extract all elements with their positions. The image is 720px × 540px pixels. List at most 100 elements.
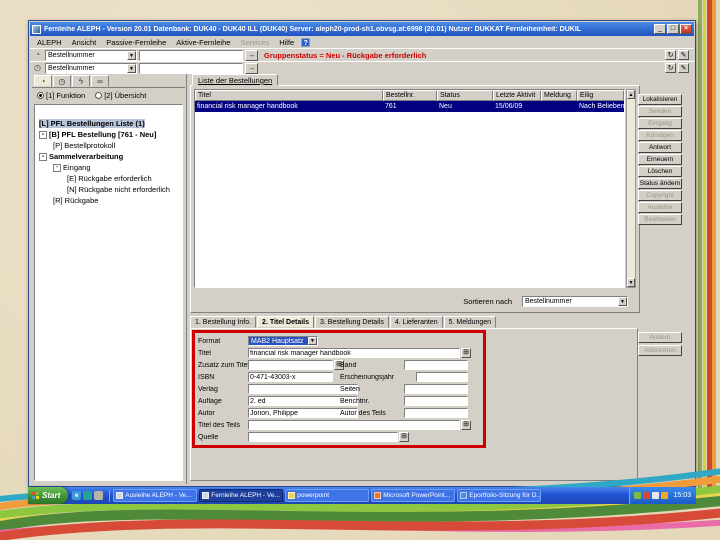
menu-passive-fernleihe[interactable]: Passive-Fernleihe: [101, 38, 171, 47]
field-selector-1[interactable]: Bestellnummer ▼: [45, 49, 137, 61]
help-icon[interactable]: ?: [301, 37, 311, 47]
task-powerpoint-folder[interactable]: powerpoint: [285, 489, 370, 502]
chevron-down-icon[interactable]: ▼: [618, 297, 627, 306]
table-header-status[interactable]: Status: [437, 90, 493, 101]
erscheinungsjahr-field[interactable]: [416, 372, 468, 382]
seiten-field[interactable]: [404, 384, 468, 394]
menu-aleph[interactable]: ALEPH: [32, 38, 67, 47]
band-field[interactable]: [404, 360, 468, 370]
tree-item-bestellprotokoll[interactable]: [P] Bestellprotokoll: [35, 140, 182, 151]
tree-item-eingang[interactable]: - Eingang: [35, 162, 182, 173]
desktop-icon[interactable]: [83, 491, 93, 500]
task-ausleihe-aleph[interactable]: Ausleihe ALEPH - Ve...: [113, 489, 198, 502]
tab-titel-details[interactable]: 2. Titel Details: [257, 316, 314, 328]
go-button-2[interactable]: →: [245, 62, 258, 74]
refresh-icon[interactable]: ↻: [665, 50, 676, 60]
scroll-down-icon[interactable]: ▼: [627, 278, 635, 287]
tree-item-rueckgabe-nicht-erforderlich[interactable]: [N] Rückgabe nicht erforderlich: [35, 184, 182, 195]
request-table: Titel Bestellnr. Status Letzte Aktivit M…: [194, 89, 625, 288]
menu-hilfe[interactable]: Hilfe: [274, 38, 299, 47]
zusatz-field[interactable]: [248, 360, 333, 370]
table-header-meldung[interactable]: Meldung: [541, 90, 577, 101]
form-row-titel-des-teils: Titel des Teils ⊞: [198, 419, 480, 431]
titel-des-teils-field[interactable]: [248, 420, 460, 430]
tab-liste-der-bestellungen[interactable]: Liste der Bestellungen: [192, 74, 279, 86]
expand-button[interactable]: ⊞: [461, 348, 471, 358]
quelle-field[interactable]: [248, 432, 398, 442]
go-button-1[interactable]: →: [245, 49, 258, 61]
edit-icon[interactable]: ✎: [678, 50, 689, 60]
search-input-1[interactable]: [139, 49, 243, 61]
loeschen-button[interactable]: Löschen: [638, 166, 682, 177]
tree-item-rueckgabe-erforderlich[interactable]: [E] Rückgabe erforderlich: [35, 173, 182, 184]
chevron-down-icon[interactable]: ▼: [127, 50, 136, 60]
tab-bestellung-info[interactable]: 1. Bestellung Info.: [190, 316, 257, 328]
expand-button[interactable]: ⊞: [461, 420, 471, 430]
tree-collapse-icon[interactable]: -: [39, 130, 47, 139]
tray-icon-yellow[interactable]: [661, 492, 669, 499]
web-icon: [460, 492, 468, 499]
tab-bestellung-details[interactable]: 3. Bestellung Details: [315, 316, 389, 328]
tab-search-icon[interactable]: ∞: [91, 75, 109, 87]
task-microsoft-powerpoint[interactable]: Microsoft PowerPoint...: [371, 489, 456, 502]
maximize-button[interactable]: □: [667, 24, 679, 34]
close-button[interactable]: ×: [680, 24, 692, 34]
task-eportfolio[interactable]: Eportfolio-Sitzung für D...: [457, 489, 542, 502]
menu-ansicht[interactable]: Ansicht: [67, 38, 102, 47]
titel-des-teils-label: Titel des Teils: [198, 421, 241, 429]
lokalisieren-button[interactable]: Lokalisieren: [638, 94, 682, 105]
autor-des-teils-field[interactable]: [404, 408, 468, 418]
edit-icon[interactable]: ✎: [678, 63, 689, 73]
table-header-bestellnr[interactable]: Bestellnr.: [383, 90, 437, 101]
table-row[interactable]: financial risk manager handbook 761 Neu …: [195, 101, 624, 112]
tree-item-bestellungen-liste[interactable]: [L] PFL Bestellungen Liste (1): [35, 118, 182, 129]
radio-funktion[interactable]: [1] Funktion: [37, 91, 85, 100]
field-selector-2[interactable]: Bestellnummer ▼: [45, 62, 137, 74]
tab-requests-icon[interactable]: ◔: [34, 75, 52, 87]
menu-aktive-fernleihe[interactable]: Aktive-Fernleihe: [171, 38, 235, 47]
tab-meldungen[interactable]: 5. Meldungen: [443, 316, 497, 328]
format-select[interactable]: MAB2 Hauptsatz ▼: [248, 336, 318, 346]
sort-selector[interactable]: Bestellnummer ▼: [522, 296, 628, 307]
table-header-letzte-aktivitaet[interactable]: Letzte Aktivit: [493, 90, 541, 101]
tray-icon-green[interactable]: [634, 492, 642, 499]
taskbar-separator: [109, 489, 111, 502]
chevron-down-icon[interactable]: ▼: [127, 63, 136, 73]
chevron-down-icon[interactable]: ▼: [308, 337, 317, 345]
title-bar[interactable]: Fernleihe ALEPH - Version 20.01 Datenban…: [30, 22, 694, 36]
tree-item-pfl-bestellung[interactable]: - [B] PFL Bestellung [761 - Neu]: [35, 129, 182, 140]
radio-uebersicht[interactable]: [2] Übersicht: [95, 91, 146, 100]
erneuern-button[interactable]: Erneuern: [638, 154, 682, 165]
table-scrollbar[interactable]: ▲ ▼: [626, 89, 636, 288]
status-aendern-button[interactable]: Status ändern: [638, 178, 682, 189]
app-shortcut-icon[interactable]: [94, 491, 104, 500]
tray-icon-red[interactable]: [643, 492, 651, 499]
slide-background: Fernleihe ALEPH - Version 20.01 Datenban…: [0, 0, 720, 540]
tree-collapse-icon[interactable]: -: [39, 152, 47, 161]
tray-icon-white[interactable]: [652, 492, 660, 499]
tab-lieferanten[interactable]: 4. Lieferanten: [389, 316, 443, 328]
expand-button[interactable]: ⊞: [399, 432, 409, 442]
isbn-field[interactable]: [248, 372, 333, 382]
start-button[interactable]: Start: [28, 487, 69, 504]
function-tree: [L] PFL Bestellungen Liste (1) - [B] PFL …: [34, 104, 183, 481]
scroll-up-icon[interactable]: ▲: [627, 90, 635, 99]
antwort-button[interactable]: Antwort: [638, 142, 682, 153]
search-input-2[interactable]: [139, 62, 243, 74]
tab-admin-icon[interactable]: ϟ: [72, 75, 90, 87]
tab-history-icon[interactable]: ◷: [53, 75, 71, 87]
abbrechen-button: Abbrechen: [638, 345, 682, 356]
tree-item-rueckgabe[interactable]: [R] Rückgabe: [35, 195, 182, 206]
browser-icon[interactable]: e: [72, 491, 82, 500]
berichtnr-field[interactable]: [404, 396, 468, 406]
table-header-eilig[interactable]: Eilig: [577, 90, 624, 101]
task-fernleihe-aleph[interactable]: Fernleihe ALEPH - Ve...: [199, 489, 284, 502]
minimize-button[interactable]: _: [654, 24, 666, 34]
tree-collapse-icon[interactable]: -: [53, 163, 61, 172]
folder-icon: [288, 492, 296, 499]
tree-item-sammelverarbeitung[interactable]: - Sammelverarbeitung: [35, 151, 182, 162]
titel-field[interactable]: [248, 348, 460, 358]
refresh-icon[interactable]: ↻: [665, 63, 676, 73]
auflage-label: Auflage: [198, 397, 222, 405]
table-header-titel[interactable]: Titel: [195, 90, 383, 101]
